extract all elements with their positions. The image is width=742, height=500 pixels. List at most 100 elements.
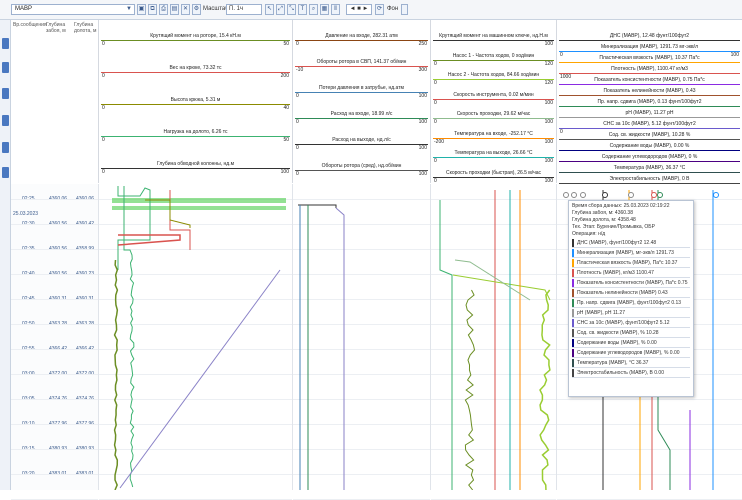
scale-select[interactable]: П. 1ч [226, 4, 262, 15]
param-name: Давление на входе, 282.31 атм [325, 33, 398, 39]
param-name: pH (МАВР), 11.27 рН [625, 110, 674, 116]
param-min: 0 [296, 41, 299, 47]
sidebar-info-icon[interactable] [2, 167, 9, 178]
grid-line [11, 324, 98, 325]
tooltip-item: Температура (МАВР), °С 36.37 [572, 358, 690, 368]
track2-param[interactable]: Потери давления в затрубье, нд.атм 0 100 [295, 82, 428, 102]
tooltip-item: Плотность (МАВР), кг/м3 1100.47 [572, 268, 690, 278]
grid-line [99, 249, 292, 250]
track3-param[interactable]: Температура на входе, -252.17 °С -200 100 [433, 128, 554, 148]
cursor-marker [628, 192, 634, 198]
cursor-icon[interactable]: ↖ [265, 4, 274, 15]
track3-param[interactable]: Насос 1 - Частота ходов, 0 ход/мин 0 120 [433, 50, 554, 70]
chevron-down-icon: ▼ [126, 6, 132, 12]
param-name: Температура на входе, -252.17 °С [454, 130, 533, 137]
track3-param[interactable]: Скорость проходки, 29.62 м/час 0 100 [433, 108, 554, 128]
print-icon[interactable]: ⎙ [159, 4, 168, 15]
track3-param[interactable]: Скорость инструмента, 0.02 м/мин 0 100 [433, 89, 554, 109]
track3-param[interactable]: Насос 2 - Частота ходов, 84.66 ход/мин 0 1… [433, 69, 554, 89]
param-scale-line [295, 170, 428, 171]
param-scale-line [101, 104, 290, 105]
param-max: 100 [544, 41, 553, 47]
param-min: -10 [296, 67, 304, 73]
param-min: 0 [296, 119, 299, 125]
close-icon[interactable]: ✕ [181, 4, 190, 15]
save-icon[interactable]: ▣ [137, 4, 146, 15]
param-name: Плотность (МАВР), 1100.47 кг/м3 [611, 66, 688, 72]
grid-line [293, 374, 430, 375]
sidebar-reports-icon[interactable] [2, 62, 9, 73]
series-swatch [572, 329, 574, 337]
param-max: 100 [544, 158, 553, 164]
zoom-out-icon[interactable]: ⤡ [287, 4, 296, 15]
grid-line [293, 249, 430, 250]
param-name: Пластическая вязкость (МАВР), 10.37 Па*с [599, 55, 700, 61]
param-name: СНС за 10с (МАВР), 5.12 фунт/100фут2 [603, 121, 696, 127]
param-name: Вес на крюке, 73.32 тс [169, 65, 222, 71]
track1-param[interactable]: Крутящий момент на роторе, 15.4 кН.м 0 50 [101, 30, 290, 50]
grid-line [293, 224, 430, 225]
export-icon[interactable]: ▤ [170, 4, 179, 15]
param-name: Крутящий момент на роторе, 15.4 кН.м [150, 33, 241, 39]
param-scale-line [295, 40, 428, 41]
cursor-marker [580, 192, 586, 198]
track2-param[interactable]: Расход на входе, 18.99 л/с 0 100 [295, 108, 428, 128]
track1-plot[interactable] [99, 184, 293, 500]
param-max: 100 [544, 99, 553, 106]
tooltip-item-text: pH (МАВР), рН 11.27 [577, 310, 625, 316]
track2-param[interactable]: Обороты ротора (сред), нд.об/мин 0 100 [295, 160, 428, 180]
refresh-icon[interactable]: ⟳ [375, 4, 384, 15]
param-name: Содержание углеводородов (МАВР), 0 % [601, 154, 698, 160]
sidebar-data-icon[interactable] [2, 115, 9, 126]
copy-icon[interactable]: ⧉ [148, 4, 157, 15]
sidebar-charts-icon[interactable] [2, 88, 9, 99]
grid-line [431, 374, 556, 375]
navigation-controls[interactable]: ◄ ■ ► [346, 4, 372, 15]
track3-plot[interactable] [431, 184, 557, 500]
track3-param[interactable]: Температура на выходе, 26.66 °С 0 100 [433, 147, 554, 167]
param-name: Показатель нелинейности (МАВР), 0.43 [603, 88, 696, 94]
param-name: Расход на входе, 18.99 л/с [330, 111, 393, 117]
cursor-marker [713, 192, 719, 198]
sidebar-settings-icon[interactable] [2, 142, 9, 153]
grid-line [431, 449, 556, 450]
zoom-in-icon[interactable]: ⤢ [276, 4, 285, 15]
track1-param[interactable]: Вес на крюке, 73.32 тс 0 200 [101, 62, 290, 82]
param-max: 100 [418, 119, 427, 125]
tooltip-header-line: Операция: н/д [572, 231, 606, 237]
track2-param[interactable]: Расход на выходе, нд.л/с 0 100 [295, 134, 428, 154]
param-name: Высота крюка, 5.31 м [170, 97, 221, 103]
track2-param[interactable]: Давление на входе, 282.31 атм 0 250 [295, 30, 428, 50]
param-scale-line [101, 72, 290, 73]
tooltip-item: Показатель консистентности (МАВР), Па*с … [572, 278, 690, 288]
param-scale-line [433, 79, 554, 80]
grid-line [11, 424, 98, 425]
background-checkbox[interactable] [401, 4, 408, 15]
param-name: Крутящий момент на машинном ключе, нд.Н.… [439, 33, 548, 39]
cursor-marker [563, 192, 569, 198]
sidebar-wells-icon[interactable] [2, 38, 9, 49]
tooltip-item: Содержание воды (МАВР), % 0.00 [572, 338, 690, 348]
grid-line [557, 424, 742, 425]
track1-param[interactable]: Нагрузка на долото, 6.26 тс 0 50 [101, 126, 290, 146]
text-icon[interactable]: T [298, 4, 307, 15]
grid-line [99, 374, 292, 375]
series-swatch [572, 249, 574, 257]
columns-icon[interactable]: ⫴ [331, 4, 340, 15]
tooltip-item-text: Показатель консистентности (МАВР), Па*с … [577, 280, 688, 286]
left-sidebar [0, 20, 11, 490]
well-select[interactable]: МАВР ▼ [11, 4, 135, 15]
track1-param[interactable]: Высота крюка, 5.31 м 0 40 [101, 94, 290, 114]
tooltip-item-text: Пластическая вязкость (МАВР), Па*с 10.37 [577, 260, 678, 266]
grid-icon[interactable]: ▦ [320, 4, 329, 15]
track1-param[interactable]: Глубина обводной колонны, нд.м 0 100 [101, 158, 290, 178]
track2-plot[interactable] [293, 184, 431, 500]
track3-param[interactable]: Крутящий момент на машинном ключе, нд.Н.… [433, 30, 554, 50]
param-name: Температура (МАВР), 36.37 °С [613, 165, 686, 171]
track2-param[interactable]: Обороты ротора в СВП, 141.37 об/мин -10 30… [295, 56, 428, 76]
search-icon[interactable]: ⌕ [309, 4, 318, 15]
param-scale-line [433, 118, 554, 119]
series-swatch [572, 319, 574, 327]
date-label: 25.03.2023 [13, 211, 39, 217]
settings-icon[interactable]: ⚙ [192, 4, 201, 15]
